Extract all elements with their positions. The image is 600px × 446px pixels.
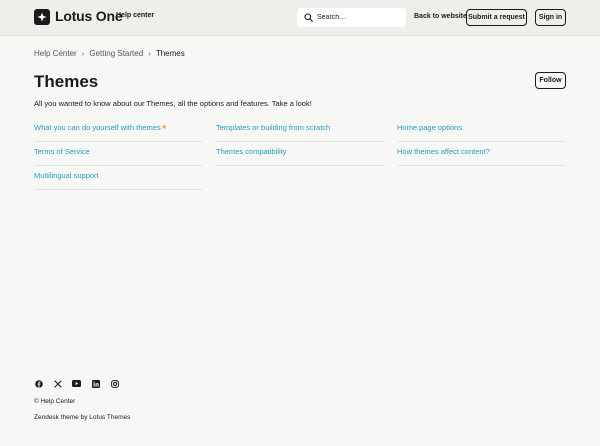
breadcrumb-getting-started[interactable]: Getting Started [89, 49, 143, 58]
theme-credit: Zendesk theme by Lotus Themes [34, 414, 131, 421]
article-item: Templates or building from scratch [216, 118, 385, 142]
youtube-icon[interactable] [72, 379, 81, 388]
breadcrumb-separator-icon: › [81, 49, 85, 58]
article-link[interactable]: How themes affect content? [397, 147, 490, 156]
search-box[interactable] [297, 8, 406, 27]
page-title: Themes [34, 72, 99, 91]
sign-in-button[interactable]: Sign in [535, 9, 566, 26]
article-link[interactable]: Templates or building from scratch [216, 123, 330, 132]
submit-request-button[interactable]: Submit a request [466, 9, 527, 26]
article-link[interactable]: Themes compatibility [216, 147, 286, 156]
section-description: All you wanted to know about our Themes,… [34, 99, 312, 108]
x-icon[interactable] [53, 379, 62, 388]
help-center-link[interactable]: Help center [116, 12, 154, 19]
back-to-website-link[interactable]: Back to website [414, 13, 467, 20]
lotus-logo-icon[interactable] [34, 9, 50, 25]
article-item: Home page options [397, 118, 566, 142]
breadcrumb-separator-icon: › [148, 49, 151, 58]
site-header: Lotus One Help center Back to website Su… [0, 0, 600, 36]
article-item: Terms of Service [34, 142, 203, 166]
follow-button[interactable]: Follow [535, 72, 566, 89]
breadcrumb-help-center[interactable]: Help Center [34, 49, 77, 58]
copyright: © Help Center [34, 398, 76, 405]
linkedin-icon[interactable] [91, 379, 100, 388]
promoted-star-icon: ★ [161, 124, 168, 131]
brand-name[interactable]: Lotus One [55, 8, 123, 24]
breadcrumb: Help Center › Getting Started › Themes [34, 49, 185, 58]
article-item: Themes compatibility [216, 142, 385, 166]
article-item: How themes affect content? [397, 142, 566, 166]
social-links [34, 379, 119, 388]
article-link[interactable]: Multilingual support [34, 171, 99, 180]
article-link[interactable]: Home page options [397, 123, 462, 132]
search-icon [304, 9, 313, 27]
instagram-icon[interactable] [110, 379, 119, 388]
article-item: Multilingual support [34, 166, 203, 190]
facebook-icon[interactable] [34, 379, 43, 388]
search-input[interactable] [317, 14, 397, 21]
article-link[interactable]: Terms of Service [34, 147, 90, 156]
article-link[interactable]: What you can do yourself with themes [34, 123, 161, 132]
breadcrumb-current: Themes [155, 49, 185, 58]
article-item: What you can do yourself with themes ★ [34, 118, 203, 142]
